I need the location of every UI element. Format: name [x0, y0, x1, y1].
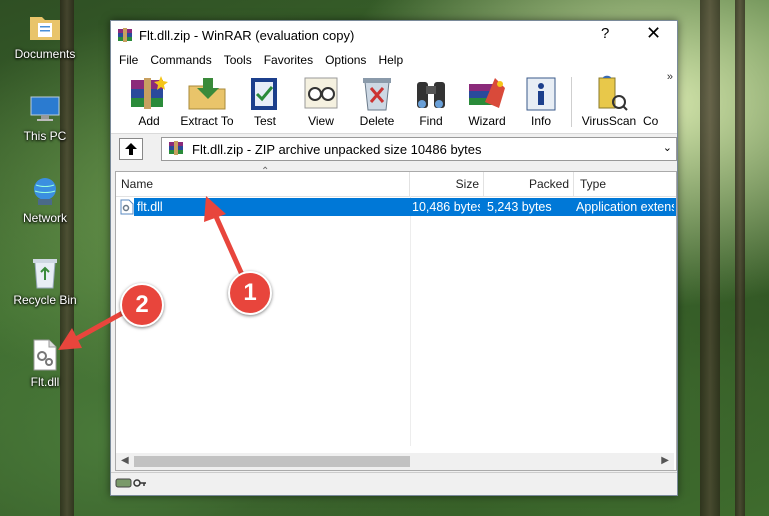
desktop-icon-recycle-bin[interactable]: Recycle Bin [8, 256, 82, 307]
info-button[interactable]: Info [513, 73, 569, 128]
column-header-type[interactable]: Type [574, 172, 676, 196]
menu-commands[interactable]: Commands [144, 53, 217, 67]
test-archive-icon [237, 73, 293, 113]
wizard-button[interactable]: Wizard [459, 73, 515, 128]
desktop-icon-label: Network [22, 211, 67, 225]
computer-icon [27, 92, 63, 126]
title-bar[interactable]: Flt.dll.zip - WinRAR (evaluation copy) ?… [111, 21, 677, 49]
dll-file-icon [27, 338, 63, 372]
horizontal-scrollbar[interactable]: ◀ ▶ [116, 453, 674, 470]
extract-folder-icon [179, 73, 235, 113]
toolbar-separator [571, 77, 572, 127]
archive-icon [168, 140, 184, 159]
dll-file-icon [120, 199, 134, 218]
toolbar-overflow-button[interactable]: » [667, 71, 673, 83]
background-tree [735, 0, 745, 516]
drive-icon [115, 477, 147, 492]
menu-tools[interactable]: Tools [218, 53, 258, 67]
winrar-window: Flt.dll.zip - WinRAR (evaluation copy) ?… [110, 20, 678, 496]
up-arrow-icon [125, 143, 137, 155]
menu-file[interactable]: File [113, 53, 144, 67]
winrar-app-icon [117, 27, 133, 46]
table-row[interactable]: flt.dll 10,486 bytes 5,243 bytes Applica… [134, 198, 676, 216]
column-header-packed[interactable]: Packed [484, 172, 574, 196]
info-label: Info [530, 114, 551, 128]
desktop-icon-documents[interactable]: Documents [8, 10, 82, 61]
list-header: ⌃ Name Size Packed Type [116, 166, 676, 197]
up-folder-button[interactable] [119, 138, 143, 160]
scroll-left-icon[interactable]: ◀ [121, 455, 129, 466]
wizard-label: Wizard [468, 114, 506, 128]
comment-button[interactable]: Co [637, 73, 667, 128]
find-button[interactable]: Find [403, 73, 459, 128]
extract-to-label: Extract To [180, 114, 234, 128]
column-header-size[interactable]: Size [410, 172, 484, 196]
step-badge-2: 2 [120, 283, 164, 327]
view-button[interactable]: View [293, 73, 349, 128]
comment-label: Co [643, 114, 659, 128]
add-label: Add [138, 114, 160, 128]
delete-label: Delete [359, 114, 395, 128]
find-label: Find [419, 114, 443, 128]
desktop-icon-dll-file[interactable]: Flt.dll [8, 338, 82, 389]
step-badge-1: 1 [228, 271, 272, 315]
recycle-bin-icon [27, 256, 63, 290]
scroll-right-icon[interactable]: ▶ [661, 455, 669, 466]
view-label: View [308, 114, 334, 128]
archive-path-field[interactable]: Flt.dll.zip - ZIP archive unpacked size … [161, 137, 677, 161]
address-bar: Flt.dll.zip - ZIP archive unpacked size … [111, 134, 677, 162]
network-globe-icon [27, 174, 63, 208]
column-divider [410, 196, 411, 446]
column-header-name[interactable]: Name [116, 172, 410, 196]
file-type: Application extension [576, 200, 674, 214]
toolbar: Add Extract To Test View Delete Find Wiz… [111, 71, 677, 134]
find-binoculars-icon [403, 73, 459, 113]
test-label: Test [253, 114, 276, 128]
desktop-icon-label: Flt.dll [30, 375, 60, 389]
virusscan-icon [579, 73, 639, 113]
scrollbar-thumb[interactable] [134, 456, 410, 467]
desktop-icon-label: Documents [14, 47, 76, 61]
desktop-icon-network[interactable]: Network [8, 174, 82, 225]
menu-options[interactable]: Options [319, 53, 372, 67]
delete-icon [349, 73, 405, 113]
comment-icon [637, 73, 667, 113]
menu-favorites[interactable]: Favorites [258, 53, 319, 67]
delete-button[interactable]: Delete [349, 73, 405, 128]
chevron-down-icon[interactable]: ⌄ [663, 141, 672, 154]
status-bar [111, 472, 677, 495]
menu-help[interactable]: Help [372, 53, 409, 67]
desktop-icon-label: This PC [23, 129, 67, 143]
help-button[interactable]: ? [601, 25, 609, 42]
window-title: Flt.dll.zip - WinRAR (evaluation copy) [139, 28, 355, 43]
file-size: 10,486 bytes [412, 200, 480, 214]
desktop-icon-label: Recycle Bin [13, 293, 77, 307]
info-icon [513, 73, 569, 113]
test-button[interactable]: Test [237, 73, 293, 128]
desktop-icon-this-pc[interactable]: This PC [8, 92, 82, 143]
background-tree [700, 0, 720, 516]
menu-bar: File Commands Tools Favorites Options He… [111, 49, 677, 71]
file-list: ⌃ Name Size Packed Type flt.dll 10,486 b… [115, 166, 677, 471]
folder-documents-icon [27, 10, 63, 44]
extract-to-button[interactable]: Extract To [179, 73, 235, 128]
virusscan-button[interactable]: VirusScan [579, 73, 639, 128]
virusscan-label: VirusScan [581, 114, 637, 128]
wizard-icon [459, 73, 515, 113]
close-button[interactable]: ✕ [646, 23, 661, 44]
file-packed: 5,243 bytes [487, 200, 552, 214]
add-archive-icon [121, 73, 177, 113]
file-name: flt.dll [137, 200, 163, 214]
archive-path-text: Flt.dll.zip - ZIP archive unpacked size … [192, 142, 482, 157]
add-button[interactable]: Add [121, 73, 177, 128]
view-glasses-icon [293, 73, 349, 113]
